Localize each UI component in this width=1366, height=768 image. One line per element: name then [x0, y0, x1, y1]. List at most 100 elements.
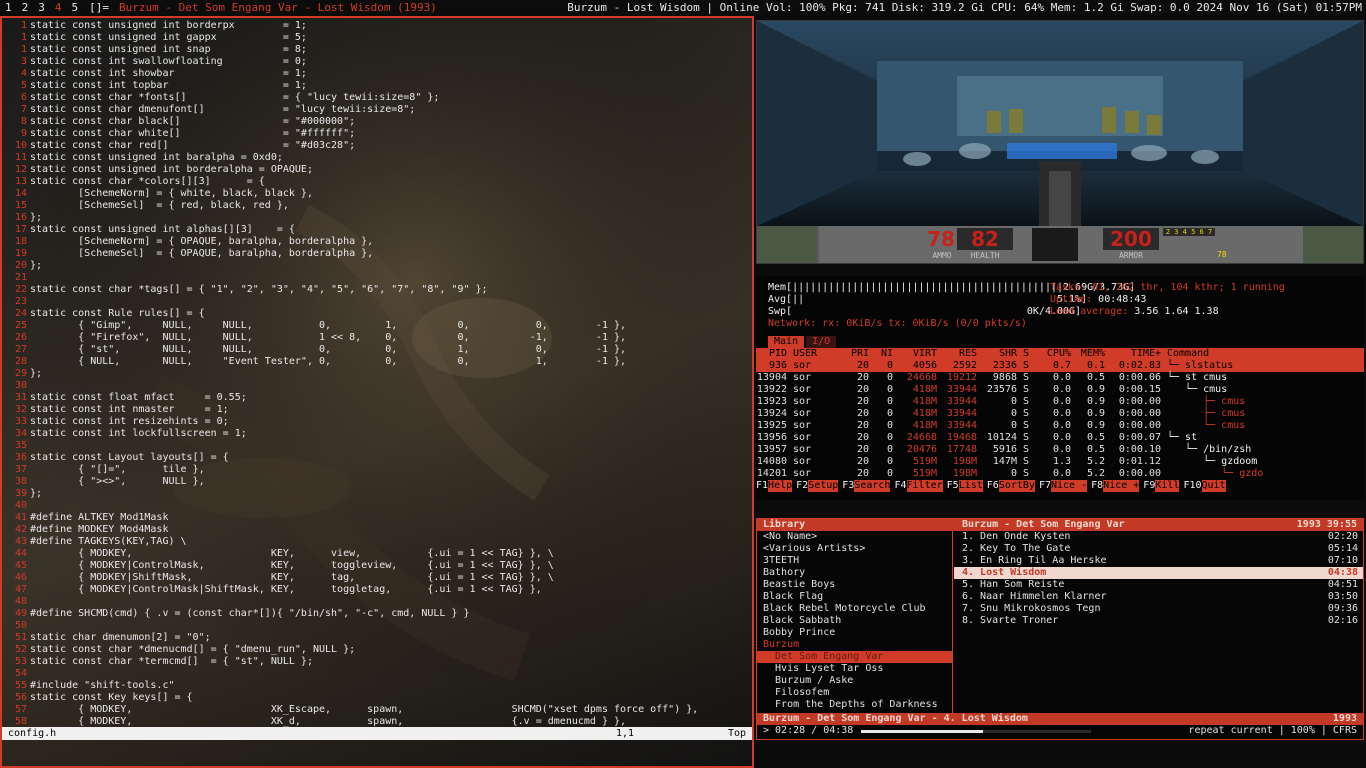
code-line[interactable]: 52 static const char *dmenucmd[] = { "dme… — [2, 644, 752, 656]
line-text[interactable]: { MODKEY, KEY, view, {.ui = 1 << TAG} },… — [30, 548, 554, 560]
code-line[interactable]: 39}; — [2, 488, 752, 500]
line-text[interactable]: static const unsigned int borderalpha = … — [30, 164, 313, 176]
column-header-pri[interactable]: PRI — [842, 348, 872, 360]
code-line[interactable]: 21 — [2, 272, 752, 284]
code-line[interactable]: 57 { MODKEY, XK_Escape, spawn, SHCMD("xs… — [2, 704, 752, 716]
code-line[interactable]: 15 [SchemeSel] = { red, black, red }, — [2, 200, 752, 212]
code-line[interactable]: 7 static const char dmenufont[] = "lucy t… — [2, 104, 752, 116]
column-header-shr[interactable]: SHR — [980, 348, 1020, 360]
code-line[interactable]: 45 { MODKEY|ControlMask, KEY, toggleview… — [2, 560, 752, 572]
track-row[interactable]: 1. Den Onde Kysten 02:20 — [954, 531, 1363, 543]
line-text[interactable]: { MODKEY|ControlMask, KEY, toggleview, {… — [30, 560, 554, 572]
code-line[interactable]: 48 — [2, 596, 752, 608]
editor-window[interactable]: 1 static const unsigned int borderpx = 1;… — [0, 16, 754, 768]
code-line[interactable]: 43 #define TAGKEYS(KEY,TAG) \ — [2, 536, 752, 548]
line-text[interactable]: { "[]=", tile }, — [30, 464, 204, 476]
line-text[interactable]: [SchemeNorm] = { OPAQUE, baralpha, borde… — [30, 236, 373, 248]
code-line[interactable]: 9 static const char white[] = "#ffffff"; — [2, 128, 752, 140]
code-line[interactable]: 35 — [2, 440, 752, 452]
track-row[interactable]: 3. En Ring Til Aa Herske 07:10 — [954, 555, 1363, 567]
code-line[interactable]: 22 static const char *tags[] = { "1", "2"… — [2, 284, 752, 296]
column-header-virt[interactable]: VIRT — [896, 348, 940, 360]
code-line[interactable]: 38 { "><>", NULL }, — [2, 476, 752, 488]
code-line[interactable]: 29}; — [2, 368, 752, 380]
line-text[interactable]: { MODKEY, XK_Escape, spawn, SHCMD("xset … — [30, 704, 698, 716]
line-text[interactable]: static const char *colors[][3] = { — [30, 176, 265, 188]
process-row[interactable]: 13922 sor 20 0 418M 33944 23576 S 0.0 0.9 0:00.15 … — [756, 384, 1364, 396]
process-row[interactable]: 14080 sor 20 0 519M 198M 147M S 1.3 5.2 0:01.12 └─… — [756, 456, 1364, 468]
line-text[interactable]: static const int showbar = 1; — [30, 68, 307, 80]
fkey-label-f8[interactable]: Nice + — [1103, 480, 1140, 492]
line-text[interactable]: { NULL, NULL, "Event Tester", 0, 0, 0, 1… — [30, 356, 626, 368]
code-line[interactable]: 16}; — [2, 212, 752, 224]
line-text[interactable]: static const int lockfullscreen = 1; — [30, 428, 247, 440]
code-line[interactable]: 17 static const unsigned int alphas[][3] … — [2, 224, 752, 236]
line-text[interactable]: static const unsigned int baralpha = 0xd… — [30, 152, 283, 164]
code-line[interactable]: 5 static const int topbar = 1; — [2, 80, 752, 92]
line-text[interactable]: static const char white[] = "#ffffff"; — [30, 128, 355, 140]
code-line[interactable]: 20}; — [2, 260, 752, 272]
code-line[interactable]: 40 — [2, 500, 752, 512]
code-line[interactable]: 1 static const unsigned int snap = 8; — [2, 44, 752, 56]
line-text[interactable]: static const char *dmenucmd[] = { "dmenu… — [30, 644, 355, 656]
line-text[interactable]: static const char *fonts[] = { "lucy tew… — [30, 92, 439, 104]
code-line[interactable]: 13 static const char *colors[][3] = { — [2, 176, 752, 188]
library-item[interactable]: From the Depths of Darkness — [757, 699, 952, 711]
tag-4[interactable]: 4 — [50, 1, 67, 14]
code-line[interactable]: 33 static const int resizehints = 0; — [2, 416, 752, 428]
code-line[interactable]: 28 { NULL, NULL, "Event Tester", 0, 0, 0… — [2, 356, 752, 368]
code-line[interactable]: 44 { MODKEY, KEY, view, {.ui = 1 << TAG}… — [2, 548, 752, 560]
library-item[interactable]: Black Sabbath — [757, 615, 952, 627]
process-row[interactable]: 13923 sor 20 0 418M 33944 0 S 0.0 0.9 0:00.00 ├─ c… — [756, 396, 1364, 408]
line-text[interactable]: static const Rule rules[] = { — [30, 308, 205, 320]
line-text[interactable]: { MODKEY|ControlMask|ShiftMask, KEY, tog… — [30, 584, 542, 596]
code-line[interactable]: 51 static char dmenumon[2] = "0"; — [2, 632, 752, 644]
code-line[interactable]: 47 { MODKEY|ControlMask|ShiftMask, KEY, … — [2, 584, 752, 596]
fkey-label-f2[interactable]: Setup — [808, 480, 839, 492]
code-line[interactable]: 42 #define MODKEY Mod4Mask — [2, 524, 752, 536]
line-text[interactable]: [SchemeSel] = { red, black, red }, — [30, 200, 289, 212]
tag-3[interactable]: 3 — [33, 1, 50, 14]
line-text[interactable]: static const unsigned int alphas[][3] = … — [30, 224, 295, 236]
line-text[interactable]: #include "shift-tools.c" — [30, 680, 175, 692]
line-text[interactable]: static const int swallowfloating = 0; — [30, 56, 307, 68]
column-header-cpu[interactable]: CPU% — [1034, 348, 1074, 360]
fkey-label-f9[interactable]: Kill — [1155, 480, 1180, 492]
line-text[interactable]: static const char black[] = "#000000"; — [30, 116, 355, 128]
line-text[interactable]: static const float mfact = 0.55; — [30, 392, 247, 404]
line-text[interactable]: }; — [30, 368, 42, 380]
fkey-label-f1[interactable]: Help — [768, 480, 793, 492]
tab-main[interactable]: Main — [768, 336, 805, 348]
column-header-mem[interactable]: MEM% — [1074, 348, 1108, 360]
code-line[interactable]: 18 [SchemeNorm] = { OPAQUE, baralpha, bo… — [2, 236, 752, 248]
code-line[interactable]: 10 static const char red[] = "#d03c28"; — [2, 140, 752, 152]
line-text[interactable]: { "Firefox", NULL, NULL, 1 << 8, 0, 0, -… — [30, 332, 626, 344]
line-text[interactable]: static const char dmenufont[] = "lucy te… — [30, 104, 415, 116]
track-row[interactable]: 6. Naar Himmelen Klarner 03:50 — [954, 591, 1363, 603]
fkey-label-f5[interactable]: List — [958, 480, 983, 492]
code-line[interactable]: 27 { "st", NULL, NULL, 0, 0, 1, 0, -1 }, — [2, 344, 752, 356]
code-line[interactable]: 46 { MODKEY|ShiftMask, KEY, tag, {.ui = … — [2, 572, 752, 584]
tab-io[interactable]: I/O — [806, 336, 837, 348]
process-row[interactable]: 13957 sor 20 0 20476 17748 5916 S 0.0 0.5 0:00.10 … — [756, 444, 1364, 456]
library-item[interactable]: 3TEETH — [757, 555, 952, 567]
line-text[interactable]: static const int resizehints = 0; — [30, 416, 229, 428]
line-text[interactable]: { MODKEY|ShiftMask, KEY, tag, {.ui = 1 <… — [30, 572, 554, 584]
code-line[interactable]: 32 static const int nmaster = 1; — [2, 404, 752, 416]
code-line[interactable]: 19 [SchemeSel] = { OPAQUE, baralpha, bor… — [2, 248, 752, 260]
line-text[interactable]: { "><>", NULL }, — [30, 476, 204, 488]
line-text[interactable]: }; — [30, 212, 42, 224]
column-header-ni[interactable]: NI — [872, 348, 896, 360]
code-line[interactable]: 23 — [2, 296, 752, 308]
process-row[interactable]: 13956 sor 20 0 24668 19468 10124 S 0.0 0.5 0:00.07… — [756, 432, 1364, 444]
library-item[interactable]: <No Name> — [757, 531, 952, 543]
line-text[interactable]: [SchemeSel] = { OPAQUE, baralpha, border… — [30, 248, 373, 260]
tag-1[interactable]: 1 — [0, 1, 17, 14]
library-item[interactable]: Black Flag — [757, 591, 952, 603]
column-header-user[interactable]: USER — [790, 348, 842, 360]
tag-2[interactable]: 2 — [17, 1, 34, 14]
track-row[interactable]: 5. Han Som Reiste 04:51 — [954, 579, 1363, 591]
track-row[interactable]: 2. Key To The Gate 05:14 — [954, 543, 1363, 555]
line-text[interactable]: #define SHCMD(cmd) { .v = (const char*[]… — [30, 608, 470, 620]
code-line[interactable]: 25 { "Gimp", NULL, NULL, 0, 1, 0, 0, -1 … — [2, 320, 752, 332]
